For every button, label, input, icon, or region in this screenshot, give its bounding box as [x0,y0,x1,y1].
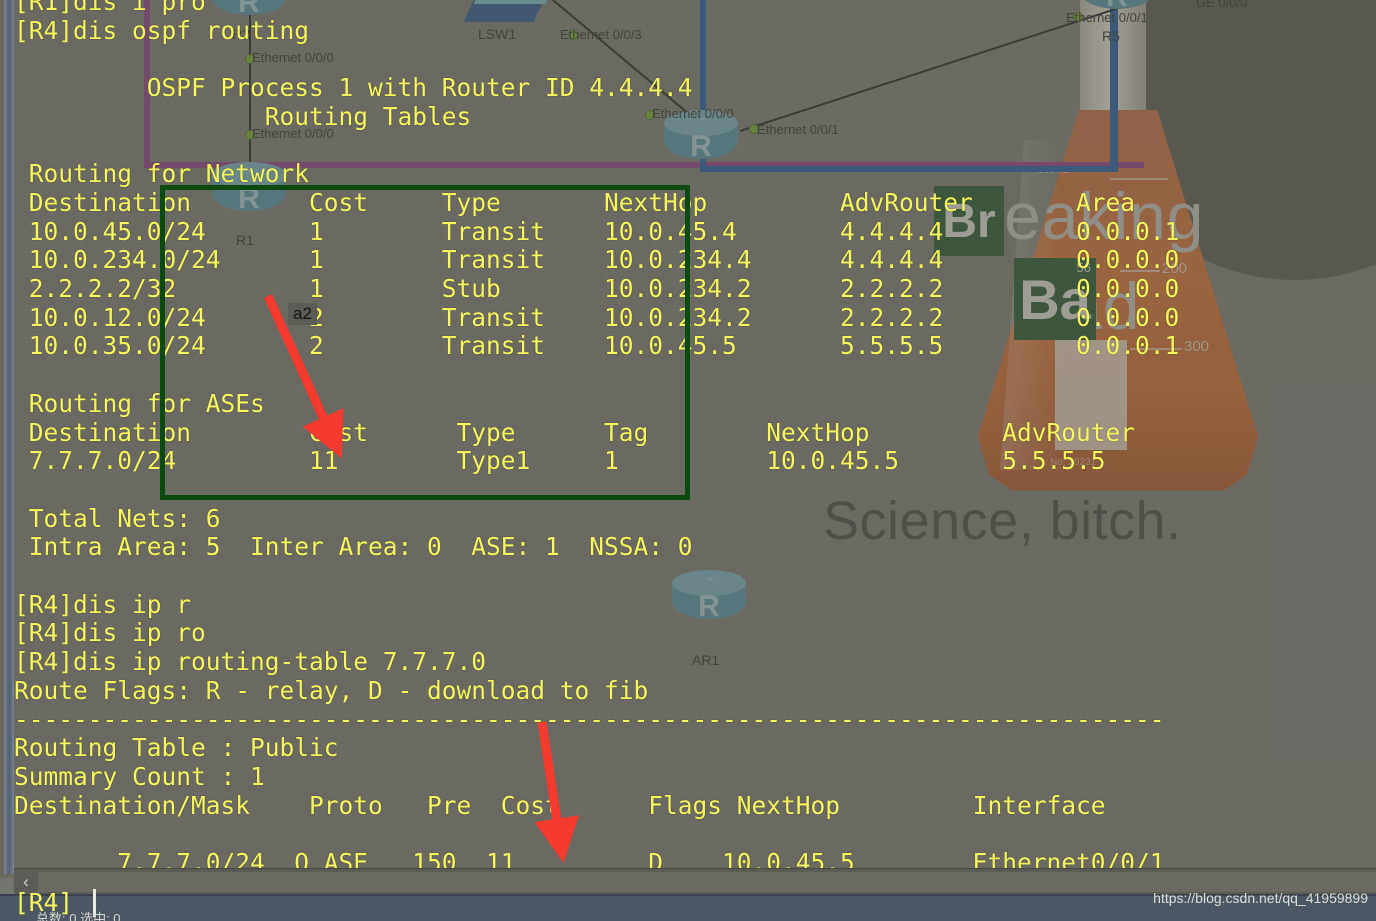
scrollbar-track[interactable] [38,872,1376,892]
red-arrow-ip-cost [534,721,579,864]
annotation-arrows [263,294,579,864]
red-arrow-ase-cost [263,294,344,459]
blog-watermark: https://blog.csdn.net/qq_41959899 [1153,890,1368,906]
status-bar-counts: 总数: 0 选中: 0 [36,911,121,921]
screen-root: 500mL 300 200 No. 20231 Breaking Bad Br … [0,0,1376,921]
